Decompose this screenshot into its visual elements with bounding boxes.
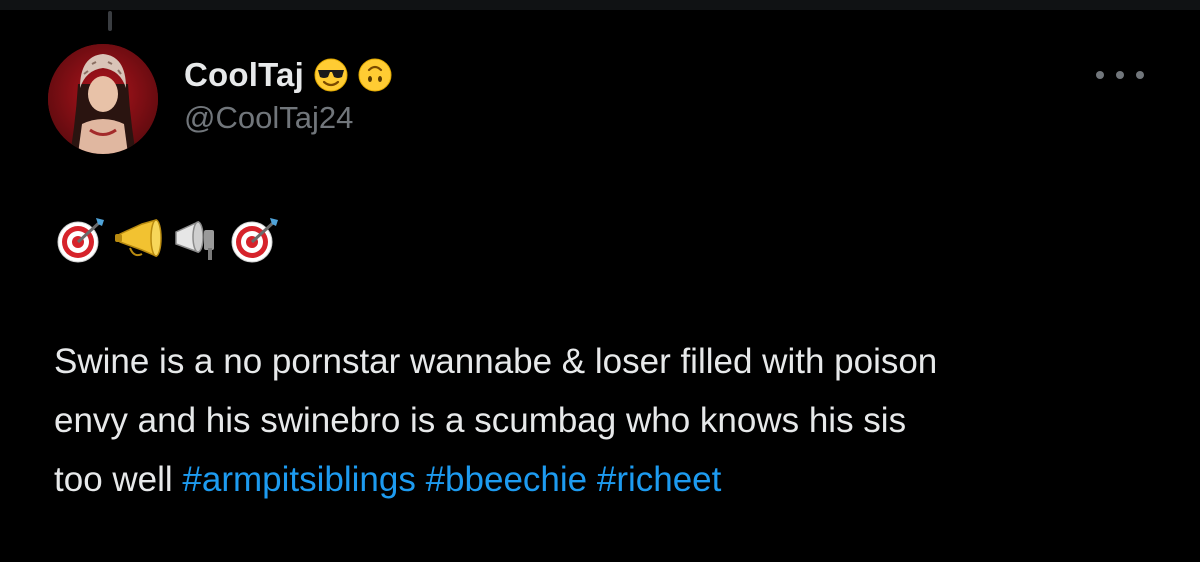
avatar-image: [48, 44, 158, 154]
tweet-text-line: envy and his swinebro is a scumbag who k…: [54, 401, 907, 440]
direct-hit-icon: [228, 212, 282, 266]
thread-connector-line: [108, 11, 112, 31]
tweet-text-line: too well #armpitsiblings #bbeechie #rich…: [54, 450, 1154, 509]
more-dot-icon: [1136, 71, 1144, 79]
tweet-text-line: Swine is a no pornstar wannabe & loser f…: [54, 342, 938, 381]
avatar[interactable]: [48, 44, 158, 154]
hashtag-link[interactable]: #armpitsiblings: [182, 460, 415, 499]
tweet-text-segment: too well: [54, 460, 173, 499]
upside-down-face-icon: [358, 58, 392, 92]
tweet-emoji-row: [54, 212, 282, 266]
postal-horn-icon: [112, 212, 166, 266]
previous-tweet-edge: [0, 0, 1200, 10]
author-display-name[interactable]: CoolTaj: [184, 56, 304, 94]
more-dot-icon: [1096, 71, 1104, 79]
more-dot-icon: [1116, 71, 1124, 79]
more-options-button[interactable]: [1096, 60, 1144, 90]
tweet-text: Swine is a no pornstar wannabe & loser f…: [54, 332, 1154, 509]
author-handle[interactable]: @CoolTaj24: [184, 100, 353, 136]
hashtag-link[interactable]: #richeet: [597, 460, 722, 499]
smiling-face-with-sunglasses-icon: [314, 58, 348, 92]
author-name-row[interactable]: CoolTaj: [184, 52, 392, 98]
megaphone-icon: [170, 212, 224, 266]
direct-hit-icon: [54, 212, 108, 266]
hashtag-link[interactable]: #bbeechie: [426, 460, 588, 499]
